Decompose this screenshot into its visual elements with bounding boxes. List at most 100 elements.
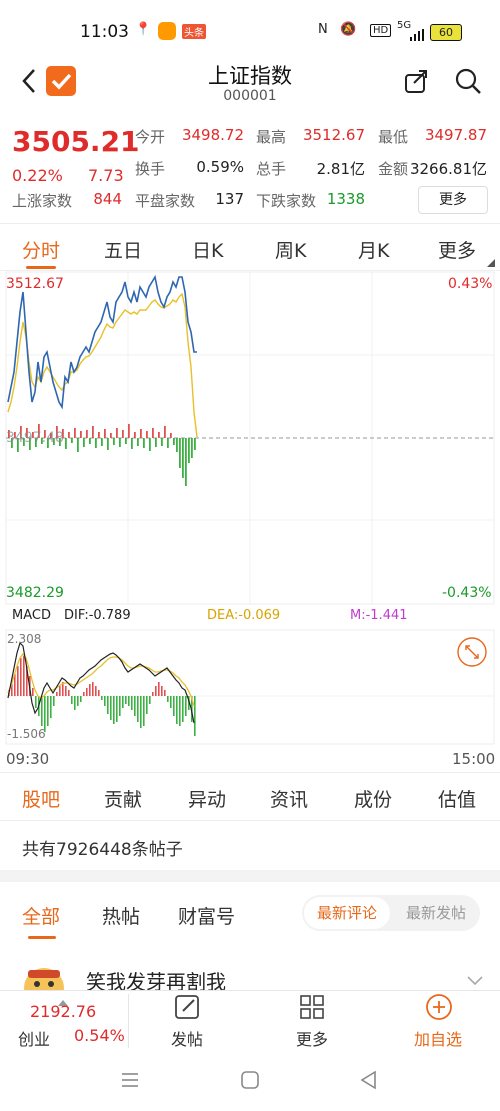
tab-five-day[interactable]: 五日 — [104, 236, 142, 263]
volume-bar — [125, 438, 127, 444]
app-icon — [158, 22, 176, 40]
macd-bar — [68, 690, 70, 696]
sort-latest-comment[interactable]: 最新评论 — [304, 897, 390, 929]
feed-tab-wealth[interactable]: 财富号 — [178, 902, 235, 929]
macd-bar — [83, 692, 85, 696]
chevron-down-icon[interactable] — [466, 972, 484, 991]
macd-bar — [23, 656, 25, 696]
tab-daily-k[interactable]: 日K — [192, 236, 223, 263]
volume-bar — [170, 433, 172, 438]
macd-bar — [131, 696, 133, 710]
stat-open-value: 3498.72 — [181, 126, 244, 144]
volume-bar — [65, 438, 67, 449]
volume-bar — [146, 431, 148, 438]
grid-icon — [300, 995, 324, 1019]
macd-bar — [167, 696, 169, 702]
fullscreen-button[interactable] — [456, 636, 488, 668]
share-button[interactable] — [403, 67, 431, 95]
volume-bar — [83, 438, 85, 447]
ticker-name[interactable]: 创业 — [18, 1026, 50, 1050]
macd-bar — [164, 690, 166, 696]
unchanged-value: 137 — [215, 190, 244, 208]
mute-icon: 🔕 — [340, 22, 357, 37]
macd-bar — [110, 696, 112, 720]
tab-valuation[interactable]: 估值 — [438, 785, 476, 812]
volume-bar — [119, 438, 121, 447]
tab-monthly-k[interactable]: 月K — [358, 236, 389, 263]
macd-bar — [140, 696, 142, 728]
macd-bar — [92, 682, 94, 696]
macd-bar — [161, 686, 163, 696]
chart-base-label: 3497.48 — [6, 430, 64, 446]
volume-bar — [131, 438, 133, 449]
search-button[interactable] — [453, 66, 483, 96]
macd-bar — [65, 686, 67, 696]
volume-bar — [149, 438, 151, 451]
volume-bar — [140, 429, 142, 438]
dif-line — [7, 641, 195, 724]
home-icon[interactable] — [241, 1071, 259, 1093]
macd-bar — [173, 696, 175, 716]
macd-bar — [107, 696, 109, 714]
volume-bar — [179, 438, 181, 468]
macd-bar — [104, 696, 106, 706]
sort-latest-post[interactable]: 最新发帖 — [394, 897, 478, 929]
macd-bar — [134, 696, 136, 716]
stat-amount-value: 3266.81亿 — [409, 160, 487, 178]
current-price: 3505.21 — [12, 125, 140, 158]
macd-bar — [158, 682, 160, 696]
macd-title[interactable]: MACD — [12, 608, 51, 623]
volume-bar — [185, 438, 187, 486]
macd-bottom-label: -1.506 — [7, 727, 46, 741]
stat-label: 金额 — [378, 160, 409, 178]
volume-bar — [110, 433, 112, 438]
macd-bar — [86, 688, 88, 696]
macd-bar — [155, 686, 157, 696]
stat-label: 最高 — [256, 128, 287, 146]
macd-bar — [71, 696, 73, 704]
macd-chart[interactable] — [0, 628, 500, 746]
volume-bar — [116, 428, 118, 438]
macd-bar — [146, 696, 148, 714]
macd-bar — [47, 696, 49, 726]
volume-bar — [95, 438, 97, 448]
tab-intraday[interactable]: 分时 — [22, 236, 60, 263]
more-menu-button[interactable]: 更多 — [287, 992, 337, 1049]
ticker-value[interactable]: 2192.76 — [30, 1002, 96, 1021]
tab-movement[interactable]: 异动 — [188, 785, 226, 812]
feed-tab-all[interactable]: 全部 — [22, 902, 60, 929]
tab-news[interactable]: 资讯 — [270, 785, 308, 812]
volume-bar — [68, 432, 70, 438]
macd-bar — [125, 696, 127, 704]
post-button[interactable]: 发帖 — [162, 992, 212, 1049]
volume-bar — [194, 438, 196, 450]
more-stats-button[interactable]: 更多 — [418, 186, 488, 214]
menu-icon[interactable] — [120, 1071, 140, 1093]
news-badge: 头条 — [182, 24, 206, 39]
tab-contribution[interactable]: 贡献 — [104, 785, 142, 812]
tab-constituents[interactable]: 成份 — [354, 785, 392, 812]
signal-icon — [410, 26, 424, 41]
volume-bar — [89, 438, 91, 444]
intraday-chart[interactable] — [0, 270, 500, 612]
volume-bar — [191, 438, 193, 458]
macd-top-label: 2.308 — [7, 632, 42, 646]
breadth-label: 上涨家数 — [12, 192, 73, 210]
posts-count: 共有7926448条帖子 — [22, 840, 183, 860]
macd-frame — [5, 629, 495, 745]
macd-bar — [152, 692, 154, 696]
stat-label: 总手 — [256, 160, 287, 178]
ticker-pct[interactable]: 0.54% — [74, 1026, 125, 1045]
tab-more[interactable]: 更多 — [438, 236, 476, 263]
decliners-value: 1338 — [326, 190, 365, 208]
stat-label: 最低 — [378, 128, 409, 146]
volume-bar — [77, 438, 79, 452]
feed-tab-hot[interactable]: 热帖 — [102, 902, 140, 929]
volume-bar — [98, 432, 100, 438]
add-watchlist-button[interactable]: 加自选 — [408, 992, 468, 1049]
change-value: 7.73 — [88, 166, 124, 185]
back-nav-icon[interactable] — [359, 1070, 377, 1094]
tab-guba[interactable]: 股吧 — [22, 785, 60, 812]
macd-bar — [185, 696, 187, 716]
tab-weekly-k[interactable]: 周K — [275, 236, 306, 263]
